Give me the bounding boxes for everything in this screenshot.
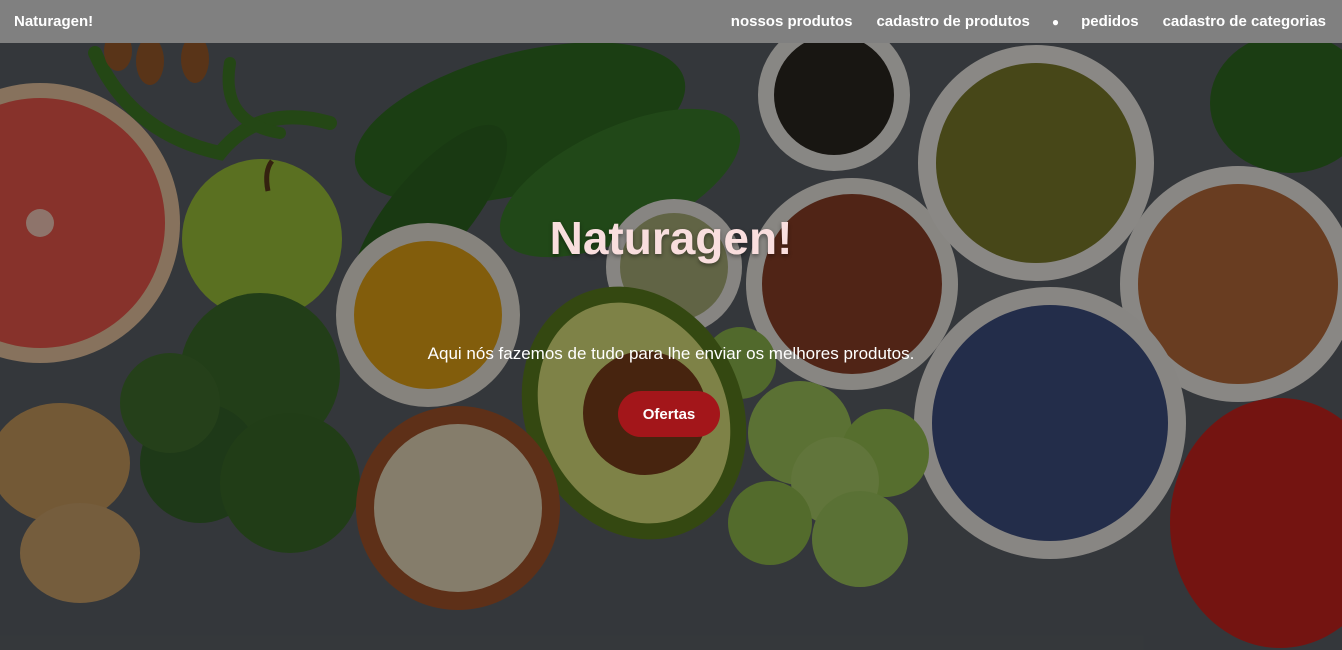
top-navbar: Naturagen! nossos produtos cadastro de p…	[0, 0, 1342, 43]
hero-title: Naturagen!	[549, 212, 793, 264]
nav-link-nossos-produtos[interactable]: nossos produtos	[731, 13, 853, 30]
offers-button[interactable]: Ofertas	[618, 391, 720, 437]
nav-links: nossos produtos cadastro de produtos ● p…	[707, 13, 1326, 30]
hero-content: Naturagen! Aqui nós fazemos de tudo para…	[0, 43, 1342, 650]
hero-subtitle: Aqui nós fazemos de tudo para lhe enviar…	[427, 344, 915, 363]
nav-bullet-icon: ●	[1051, 14, 1060, 29]
nav-link-pedidos[interactable]: pedidos	[1081, 13, 1139, 30]
brand-link[interactable]: Naturagen!	[14, 13, 93, 30]
hero-section: Naturagen! Aqui nós fazemos de tudo para…	[0, 43, 1342, 650]
nav-link-cadastro-categorias[interactable]: cadastro de categorias	[1163, 13, 1326, 30]
nav-link-cadastro-produtos[interactable]: cadastro de produtos	[876, 13, 1029, 30]
